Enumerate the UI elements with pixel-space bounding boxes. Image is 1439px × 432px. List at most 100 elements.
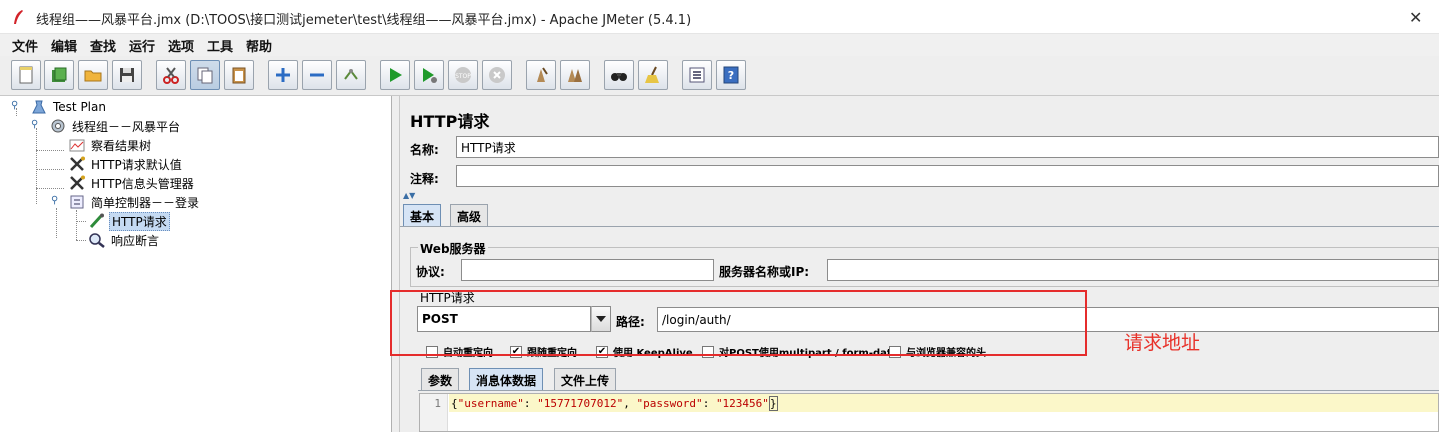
name-field[interactable] — [456, 136, 1439, 158]
tree-node-label: 察看结果树 — [91, 138, 152, 153]
start-no-pauses-icon — [423, 68, 437, 83]
menu-bar: 文件 编辑 查找 运行 选项 工具 帮助 — [0, 34, 1439, 56]
thread-group-icon — [51, 119, 65, 133]
menu-options[interactable]: 选项 — [168, 36, 194, 55]
menu-tools[interactable]: 工具 — [207, 36, 233, 55]
cut-icon — [163, 67, 179, 84]
templates-icon — [52, 67, 67, 82]
toggle-button[interactable] — [336, 60, 366, 90]
menu-file[interactable]: 文件 — [12, 36, 38, 55]
menu-help[interactable]: 帮助 — [246, 36, 272, 55]
help-icon: ? — [723, 66, 739, 84]
splitter-arrows-icon[interactable]: ▲▼ — [403, 191, 415, 200]
menu-run[interactable]: 运行 — [129, 36, 155, 55]
start-icon — [390, 68, 402, 82]
tree-node-header-manager[interactable]: HTTP信息头管理器 — [68, 174, 196, 192]
body-tab-divider — [418, 390, 1439, 391]
sampler-pen-icon — [89, 213, 104, 229]
annotation-label: 请求地址 — [1124, 332, 1201, 354]
open-button[interactable] — [78, 60, 108, 90]
function-helper-button[interactable] — [682, 60, 712, 90]
expand-all-button[interactable] — [268, 60, 298, 90]
tab-parameters[interactable]: 参数 — [421, 368, 460, 390]
svg-text:STOP: STOP — [455, 73, 471, 80]
tree-expander-icon[interactable]: ⚲ — [51, 195, 58, 206]
comment-label: 注释: — [410, 172, 439, 186]
open-icon — [84, 70, 102, 82]
tree-node-label: HTTP请求 — [109, 211, 170, 231]
tree-expander-icon[interactable]: ⚲ — [11, 100, 18, 111]
highlight-box — [390, 290, 1087, 356]
tree-node-label: HTTP请求默认值 — [91, 157, 182, 172]
templates-button[interactable] — [44, 60, 74, 90]
start-no-pauses-button[interactable] — [414, 60, 444, 90]
clear-all-button[interactable] — [560, 60, 590, 90]
tree-node-label: 简单控制器－－登录 — [91, 195, 200, 210]
comment-field[interactable] — [456, 165, 1439, 187]
svg-text:?: ? — [728, 69, 734, 82]
tab-files-upload[interactable]: 文件上传 — [554, 368, 617, 390]
tree-node-label: 响应断言 — [111, 233, 160, 248]
cut-button[interactable] — [156, 60, 186, 90]
tree-connector — [36, 150, 64, 151]
tree-node-http-request[interactable]: HTTP请求 — [88, 211, 170, 231]
save-button[interactable] — [112, 60, 142, 90]
paste-icon — [232, 67, 246, 84]
clear-button[interactable] — [526, 60, 556, 90]
tree-connector — [76, 221, 86, 222]
editor-title: HTTP请求 — [410, 112, 490, 131]
tree-expander-icon[interactable]: ⚲ — [31, 119, 38, 130]
tree-node-http-defaults[interactable]: HTTP请求默认值 — [68, 155, 184, 173]
assertion-magnifier-icon — [89, 233, 105, 248]
paste-button[interactable] — [224, 60, 254, 90]
expand-icon — [276, 68, 290, 82]
collapse-all-button[interactable] — [302, 60, 332, 90]
collapse-icon — [310, 73, 324, 77]
new-button[interactable] — [11, 60, 41, 90]
stop-button[interactable]: STOP — [448, 60, 478, 90]
line-number: 1 — [434, 397, 441, 410]
window-title: 线程组——风暴平台.jmx (D:\TOOS\接口测试jemeter\test\… — [36, 13, 692, 28]
shutdown-icon — [489, 67, 505, 83]
window-titlebar: 线程组——风暴平台.jmx (D:\TOOS\接口测试jemeter\test\… — [0, 0, 1439, 34]
copy-icon — [197, 67, 213, 84]
shutdown-button[interactable] — [482, 60, 512, 90]
menu-edit[interactable]: 编辑 — [51, 36, 77, 55]
search-button[interactable] — [604, 60, 634, 90]
binoculars-icon — [611, 73, 627, 81]
clear-icon — [537, 67, 548, 82]
protocol-field[interactable] — [461, 259, 714, 281]
menu-search[interactable]: 查找 — [90, 36, 116, 55]
start-button[interactable] — [380, 60, 410, 90]
config-tools-icon — [70, 175, 85, 190]
server-name-field[interactable] — [827, 259, 1439, 281]
http-request-editor: HTTP请求 名称: 注释: ▲▼ 基本 高级 Web服务器 协议: 服务器名称… — [390, 96, 1439, 432]
tree-node-results-tree[interactable]: 察看结果树 — [68, 136, 153, 154]
tree-node-response-assertion[interactable]: 响应断言 — [88, 231, 161, 249]
tree-connector — [76, 210, 77, 240]
results-tree-icon — [69, 139, 85, 152]
tab-advanced[interactable]: 高级 — [450, 204, 489, 226]
tab-basic[interactable]: 基本 — [403, 204, 442, 226]
tree-connector — [56, 208, 57, 238]
reset-search-button[interactable] — [638, 60, 668, 90]
tree-node-thread-group[interactable]: 线程组－－风暴平台 — [49, 117, 182, 135]
save-icon — [120, 68, 134, 82]
tree-connector — [36, 188, 64, 189]
tree-node-label: 线程组－－风暴平台 — [72, 119, 181, 134]
close-window-button[interactable]: ✕ — [1409, 8, 1422, 27]
tab-body-data[interactable]: 消息体数据 — [469, 368, 544, 390]
list-icon — [689, 67, 705, 83]
help-button[interactable]: ? — [716, 60, 746, 90]
jmeter-feather-icon — [14, 10, 23, 24]
copy-button[interactable] — [190, 60, 220, 90]
tree-node-simple-controller[interactable]: 简单控制器－－登录 — [68, 193, 201, 211]
code-line: {"username": "15771707012", "password": … — [449, 394, 1438, 412]
pane-splitter[interactable] — [392, 96, 400, 432]
tab-divider — [400, 226, 1439, 227]
config-tools-icon — [70, 156, 85, 171]
line-number-gutter: 1 — [420, 394, 448, 431]
body-data-editor[interactable]: 1 {"username": "15771707012", "password"… — [419, 393, 1439, 432]
tree-node-test-plan[interactable]: Test Plan — [30, 98, 108, 116]
test-plan-icon — [32, 100, 46, 114]
